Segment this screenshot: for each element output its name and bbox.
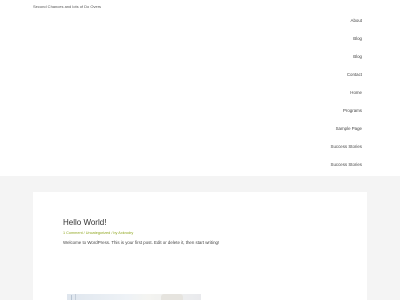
nav-item-programs[interactable]: Programs	[343, 106, 362, 116]
post-card: Hello World! 1 Comment / Uncategorized /…	[33, 192, 367, 300]
image-detail	[161, 294, 183, 300]
nav-item-blog-2[interactable]: Blog	[353, 52, 362, 62]
nav-item-success-stories[interactable]: Success Stories	[331, 142, 362, 152]
post-meta[interactable]: 1 Comment / Uncategorized / by Axkrodry	[63, 231, 133, 235]
nav-item-sample-page[interactable]: Sample Page	[336, 124, 362, 134]
post-excerpt: Welcome to WordPress. This is your first…	[63, 240, 220, 245]
nav-item-contact[interactable]: Contact	[347, 70, 362, 80]
nav-item-success-stories-2[interactable]: Success Stories	[331, 160, 362, 170]
main-navigation: About Blog Blog Contact Home Programs Sa…	[242, 16, 362, 168]
site-tagline: Second Chances and lots of Do Overs	[33, 4, 102, 9]
site-header: Second Chances and lots of Do Overs Abou…	[0, 0, 400, 176]
nav-item-blog[interactable]: Blog	[353, 34, 362, 44]
nav-item-about[interactable]: About	[351, 16, 362, 26]
post-title[interactable]: Hello World!	[63, 218, 106, 227]
nav-item-home[interactable]: Home	[350, 88, 362, 98]
post-featured-image[interactable]	[67, 294, 201, 300]
image-detail	[71, 295, 72, 300]
image-detail	[75, 294, 76, 300]
